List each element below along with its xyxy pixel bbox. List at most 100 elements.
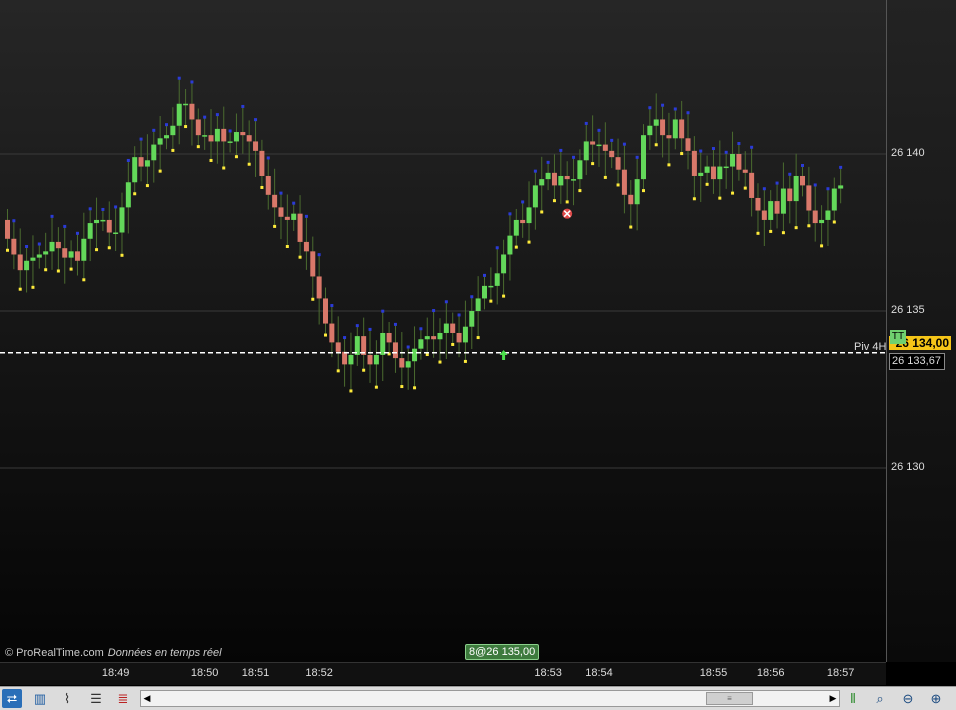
low-dot: [222, 166, 226, 170]
candle-up: [412, 348, 418, 362]
candle-up: [558, 175, 564, 186]
high-dot: [801, 163, 804, 167]
low-dot: [260, 185, 264, 189]
candles-icon[interactable]: ⫴: [843, 689, 863, 708]
indicator-icon[interactable]: ⌇: [57, 689, 77, 708]
candle-down: [195, 119, 201, 136]
low-dot: [234, 155, 238, 159]
candle-down: [602, 144, 608, 151]
low-dot: [298, 255, 302, 259]
candle-up: [87, 223, 93, 239]
price-chart[interactable]: [0, 0, 956, 662]
x-tick-label: 18:51: [241, 667, 270, 679]
low-dot: [209, 158, 213, 162]
high-dot: [584, 121, 588, 125]
candle-up: [634, 179, 640, 205]
candle-down: [11, 238, 17, 255]
candle-up: [144, 160, 150, 167]
candle-up: [36, 254, 42, 258]
candle-up: [43, 251, 49, 255]
high-dot: [572, 155, 576, 159]
candle-down: [609, 150, 615, 158]
high-dot: [343, 336, 347, 340]
scroll-thumb[interactable]: ≡: [706, 692, 753, 705]
high-dot: [432, 309, 436, 313]
candle-down: [431, 336, 437, 340]
scroll-left-icon[interactable]: ◀: [141, 691, 153, 706]
orders-icon[interactable]: ≣: [113, 689, 133, 708]
candle-down: [749, 172, 755, 198]
zoom-fit-icon[interactable]: ⌕: [870, 689, 890, 708]
candle-down: [456, 332, 462, 343]
y-tick-label: 26 130: [891, 461, 925, 473]
candle-down: [520, 219, 526, 224]
high-dot: [597, 128, 601, 132]
low-dot: [463, 359, 467, 363]
high-dot: [292, 201, 296, 205]
candle-up: [513, 219, 519, 236]
high-dot: [355, 324, 359, 328]
candle-down: [284, 216, 290, 220]
low-dot: [743, 186, 747, 190]
pivot-label: Piv 4H: [854, 341, 887, 353]
pivot-price-badge: 26 133,67: [889, 353, 945, 370]
candle-down: [685, 138, 691, 151]
low-dot: [756, 231, 760, 235]
candle-up: [462, 326, 468, 343]
zoom-out-icon[interactable]: ⊖: [898, 689, 918, 708]
high-dot: [762, 187, 766, 191]
chart-type-icon[interactable]: ▥: [30, 689, 50, 708]
zoom-in-icon[interactable]: ⊕: [926, 689, 946, 708]
high-dot: [750, 145, 754, 149]
candle-up: [577, 160, 583, 180]
high-dot: [737, 142, 741, 146]
candle-up: [793, 175, 799, 202]
low-dot: [44, 268, 48, 272]
candle-down: [246, 135, 252, 142]
high-dot: [114, 205, 118, 209]
candle-down: [74, 251, 80, 261]
candle-down: [787, 188, 793, 202]
candle-up: [68, 251, 74, 258]
candle-up: [227, 141, 233, 143]
high-dot: [521, 200, 525, 204]
high-dot: [839, 165, 843, 169]
candle-up: [132, 157, 138, 183]
horizontal-scrollbar[interactable]: ◀ ≡ ▶: [140, 690, 840, 707]
low-dot: [794, 226, 798, 230]
high-dot: [381, 309, 385, 313]
low-dot: [502, 294, 506, 298]
high-dot: [559, 148, 563, 152]
candle-down: [316, 276, 322, 299]
high-dot: [495, 246, 499, 250]
high-dot: [254, 118, 258, 122]
low-dot: [820, 244, 824, 248]
candle-up: [545, 172, 551, 180]
candle-down: [272, 194, 278, 208]
candle-down: [297, 213, 303, 242]
high-dot: [483, 273, 486, 277]
share-icon[interactable]: ⮂: [2, 689, 22, 708]
candle-down: [590, 141, 596, 145]
high-dot: [37, 242, 41, 246]
candle-up: [380, 332, 386, 355]
candle-up: [30, 257, 36, 261]
low-dot: [145, 184, 149, 188]
candle-down: [189, 103, 195, 120]
low-dot: [629, 225, 633, 229]
candle-up: [81, 238, 87, 261]
high-dot: [457, 313, 461, 317]
low-dot: [616, 183, 620, 187]
candle-up: [373, 354, 379, 365]
high-dot: [279, 191, 283, 195]
low-dot: [56, 269, 60, 273]
high-dot: [152, 128, 156, 132]
time-axis[interactable]: [0, 662, 886, 685]
high-dot: [101, 207, 105, 211]
candle-up: [571, 179, 577, 181]
low-dot: [807, 224, 811, 228]
high-dot: [661, 103, 665, 107]
list-icon[interactable]: ☰: [86, 689, 106, 708]
y-tick-label: 26 135: [891, 304, 925, 316]
scroll-right-icon[interactable]: ▶: [827, 691, 839, 706]
